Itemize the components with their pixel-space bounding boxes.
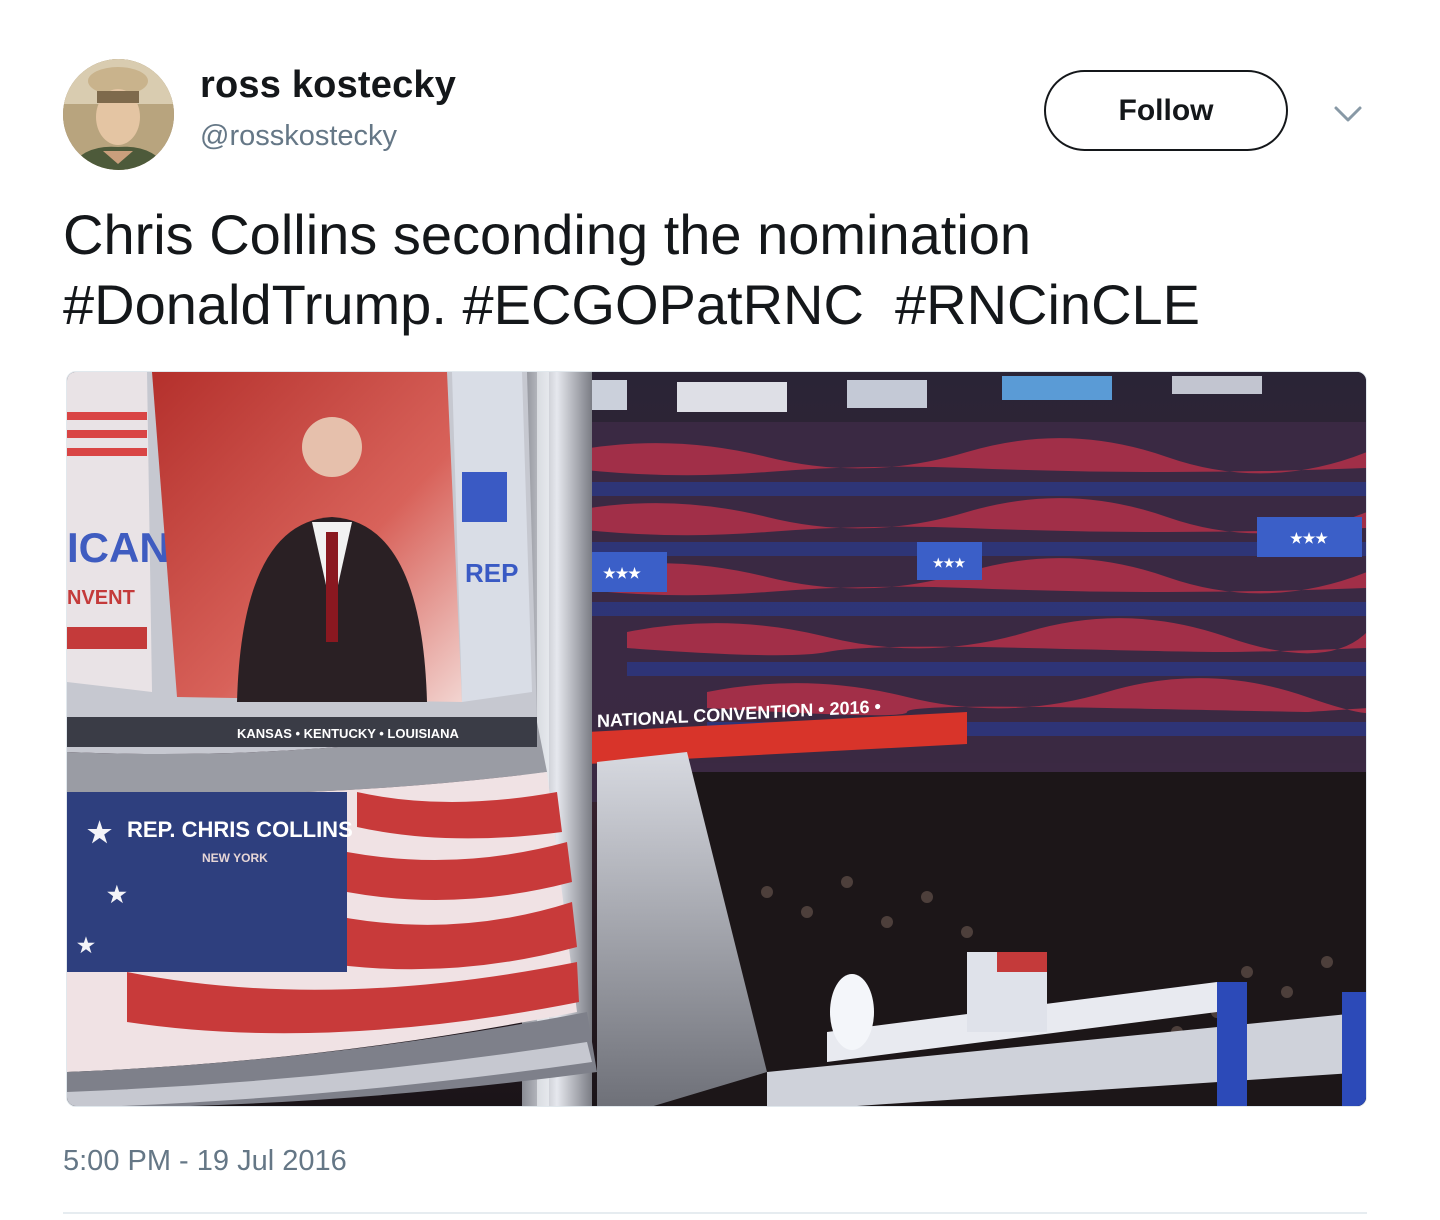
svg-text:★: ★ xyxy=(87,817,112,848)
tweet-photo[interactable]: ★★★ ★★★ ★★★ ★★★ NATIONAL CONVENTION • 20… xyxy=(66,371,1367,1107)
divider xyxy=(63,1212,1367,1214)
author-display-name[interactable]: ross kostecky xyxy=(200,64,456,107)
screen-side-text2: NVENT xyxy=(67,587,135,609)
tweet-text-line: Chris Collins seconding the nomination xyxy=(63,203,1032,266)
svg-text:★★★: ★★★ xyxy=(933,556,966,570)
svg-text:★: ★ xyxy=(77,935,95,957)
screen-side-text: ICAN xyxy=(67,524,170,571)
follow-button[interactable]: Follow xyxy=(1044,70,1288,151)
author-handle[interactable]: @rosskostecky xyxy=(200,120,397,153)
svg-text:★: ★ xyxy=(107,882,127,907)
avatar[interactable] xyxy=(63,59,174,170)
hashtag-rncincle[interactable]: #RNCinCLE xyxy=(895,273,1200,336)
screen-name-banner: REP. CHRIS COLLINS xyxy=(127,817,353,842)
svg-text:REP: REP xyxy=(465,558,518,588)
screen-ticker-text: KANSAS • KENTUCKY • LOUISIANA xyxy=(237,726,460,741)
tweet-timestamp[interactable]: 5:00 PM - 19 Jul 2016 xyxy=(63,1145,347,1178)
hashtag-ecgopatrnc[interactable]: #ECGOPatRNC xyxy=(462,273,863,336)
svg-text:★★★: ★★★ xyxy=(603,565,641,581)
tweet-card: ross kostecky @rosskostecky Follow Chris… xyxy=(0,0,1440,1220)
svg-text:★★★: ★★★ xyxy=(1290,530,1328,546)
convention-photo: ★★★ ★★★ ★★★ ★★★ NATIONAL CONVENTION • 20… xyxy=(67,372,1366,1106)
screen-subbanner: NEW YORK xyxy=(202,851,268,865)
profile-photo-icon xyxy=(63,59,174,170)
tweet-text: Chris Collins seconding the nomination #… xyxy=(63,200,1383,340)
hashtag-donaldtrump[interactable]: #DonaldTrump. xyxy=(63,273,447,336)
chevron-down-icon[interactable] xyxy=(1330,96,1366,132)
